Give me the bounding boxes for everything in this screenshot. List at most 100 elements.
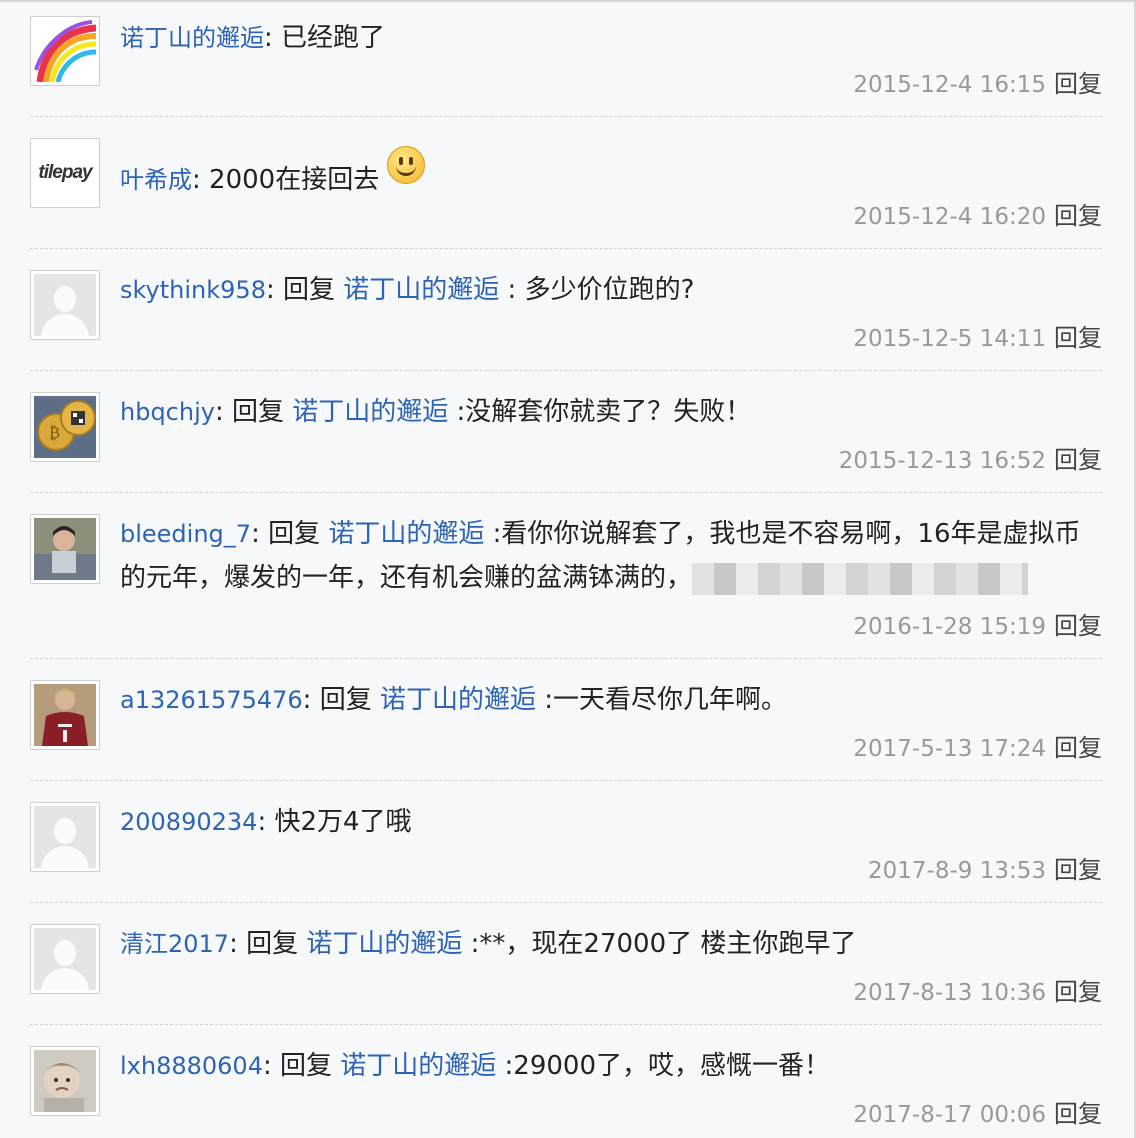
timestamp: 2015-12-4 16:15 [853,72,1046,98]
comment-item: 200890234: 快2万4了哦 2017-8-9 13:53 回复 [30,802,1102,902]
comment-body: 诺丁山的邂逅: 已经跑了 [120,16,1102,60]
comment-meta: 2017-8-17 00:06 回复 [853,1094,1102,1129]
comment-body: 200890234: 快2万4了哦 [120,800,1102,844]
smiley-emoji-icon [387,146,426,184]
photo-child-icon [34,518,96,580]
avatar[interactable]: ₿ [30,392,100,462]
default-user-icon [34,928,96,990]
username-link[interactable]: 叶希成 [120,166,192,194]
quoted-user-link[interactable]: 诺丁山的邂逅 [380,685,536,715]
tilepay-logo-icon: tilepay [34,142,96,204]
username-link[interactable]: bleeding_7 [120,520,251,548]
divider [30,370,1102,371]
reply-button[interactable]: 回复 [1054,978,1102,1006]
comment-text: :**，现在27000了 楼主你跑早了 [462,929,857,959]
comment-item: bleeding_7: 回复 诺丁山的邂逅 :看你你说解套了，我也是不容易啊，1… [30,514,1102,658]
reply-button[interactable]: 回复 [1054,1100,1102,1128]
reply-prefix: : 回复 [229,929,307,959]
reply-prefix: : 回复 [214,397,293,427]
comment-text: :一天看尽你几年啊。 [535,685,788,715]
reply-button[interactable]: 回复 [1054,324,1102,352]
comment-text: :29000了，哎，感慨一番！ [496,1051,831,1081]
avatar[interactable] [30,16,100,86]
reply-prefix: : 回复 [265,275,344,305]
timestamp: 2015-12-4 16:20 [853,204,1046,230]
reply-button[interactable]: 回复 [1054,734,1102,762]
avatar[interactable] [30,514,100,584]
comment-meta: 2015-12-5 14:11 回复 [853,318,1102,353]
avatar[interactable]: tilepay [30,138,100,208]
divider [30,492,1102,493]
comment-text: : 快2万4了哦 [257,807,412,837]
comment-body: 叶希成: 2000在接回去 [120,146,1102,202]
comment-body: bleeding_7: 回复 诺丁山的邂逅 :看你你说解套了，我也是不容易啊，1… [120,512,1102,600]
comment-item: skythink958: 回复 诺丁山的邂逅 : 多少价位跑的? 2015-12… [30,270,1102,370]
username-link[interactable]: lxh8880604 [120,1052,263,1080]
divider [30,116,1102,117]
avatar[interactable] [30,680,100,750]
reply-button[interactable]: 回复 [1054,856,1102,884]
comment-meta: 2017-5-13 17:24 回复 [853,728,1102,763]
username-link[interactable]: hbqchjy [120,398,215,426]
default-user-icon [34,806,96,868]
comment-text: :没解套你就卖了？失败！ [448,397,752,427]
comment-item: tilepay 叶希成: 2000在接回去 2015-12-4 16:20 回复 [30,138,1102,248]
avatar[interactable] [30,1046,100,1116]
username-link[interactable]: a13261575476 [120,686,303,714]
username-link[interactable]: 清江2017 [120,930,229,958]
divider [30,902,1102,903]
reply-button[interactable]: 回复 [1054,612,1102,640]
photo-baby-icon [34,1050,96,1112]
timestamp: 2015-12-13 16:52 [838,448,1046,474]
comment-body: skythink958: 回复 诺丁山的邂逅 : 多少价位跑的? [120,268,1102,312]
comment-item: 清江2017: 回复 诺丁山的邂逅 :**，现在27000了 楼主你跑早了 20… [30,924,1102,1024]
comment-text: : 多少价位跑的? [499,275,695,305]
blurred-content [692,562,1029,595]
comment-meta: 2015-12-13 16:52 回复 [839,440,1102,475]
comment-text: : 2000在接回去 [192,165,380,195]
divider [30,780,1102,781]
username-link[interactable]: 诺丁山的邂逅 [120,24,264,52]
reply-button[interactable]: 回复 [1054,446,1102,474]
divider [30,248,1102,249]
bitcoin-coins-icon: ₿ [34,396,96,458]
comment-item: 诺丁山的邂逅: 已经跑了 2015-12-4 16:15 回复 [30,16,1102,116]
quoted-user-link[interactable]: 诺丁山的邂逅 [340,1051,496,1081]
svg-text:₿: ₿ [49,423,60,442]
avatar[interactable] [30,924,100,994]
timestamp: 2017-8-9 13:53 [868,858,1046,884]
rainbow-swirl-icon [34,20,96,82]
timestamp: 2017-8-17 00:06 [853,1102,1046,1128]
comment-item: ₿ hbqchjy: 回复 诺丁山的邂逅 :没解套你就卖了？失败！ 2015-1… [30,392,1102,492]
quoted-user-link[interactable]: 诺丁山的邂逅 [292,397,448,427]
comment-meta: 2015-12-4 16:20 回复 [853,196,1102,231]
timestamp: 2017-8-13 10:36 [853,980,1046,1006]
quoted-user-link[interactable]: 诺丁山的邂逅 [343,275,499,305]
reply-prefix: : 回复 [251,519,329,549]
avatar[interactable] [30,802,100,872]
reply-button[interactable]: 回复 [1054,202,1102,230]
reply-prefix: : 回复 [302,685,380,715]
username-link[interactable]: 200890234 [120,808,257,836]
divider [30,658,1102,659]
comment-text: : 已经跑了 [264,23,386,53]
comment-meta: 2017-8-9 13:53 回复 [868,850,1102,885]
username-link[interactable]: skythink958 [120,276,266,304]
timestamp: 2015-12-5 14:11 [853,326,1046,352]
photo-jersey-icon [34,684,96,746]
tilepay-logo-text: tilepay [38,162,92,183]
comment-meta: 2017-8-13 10:36 回复 [853,972,1102,1007]
comment-item: lxh8880604: 回复 诺丁山的邂逅 :29000了，哎，感慨一番！ 20… [30,1046,1102,1138]
quoted-user-link[interactable]: 诺丁山的邂逅 [306,929,462,959]
quoted-user-link[interactable]: 诺丁山的邂逅 [328,519,484,549]
avatar[interactable] [30,270,100,340]
comment-body: 清江2017: 回复 诺丁山的邂逅 :**，现在27000了 楼主你跑早了 [120,922,1102,966]
reply-prefix: : 回复 [262,1051,341,1081]
divider [30,1024,1102,1025]
comment-body: a13261575476: 回复 诺丁山的邂逅 :一天看尽你几年啊。 [120,678,1102,722]
reply-button[interactable]: 回复 [1054,70,1102,98]
comment-body: lxh8880604: 回复 诺丁山的邂逅 :29000了，哎，感慨一番！ [120,1044,1102,1088]
comment-list: 诺丁山的邂逅: 已经跑了 2015-12-4 16:15 回复 tilepay 叶… [0,0,1136,1138]
comment-body: hbqchjy: 回复 诺丁山的邂逅 :没解套你就卖了？失败！ [120,390,1102,434]
default-user-icon [34,274,96,336]
